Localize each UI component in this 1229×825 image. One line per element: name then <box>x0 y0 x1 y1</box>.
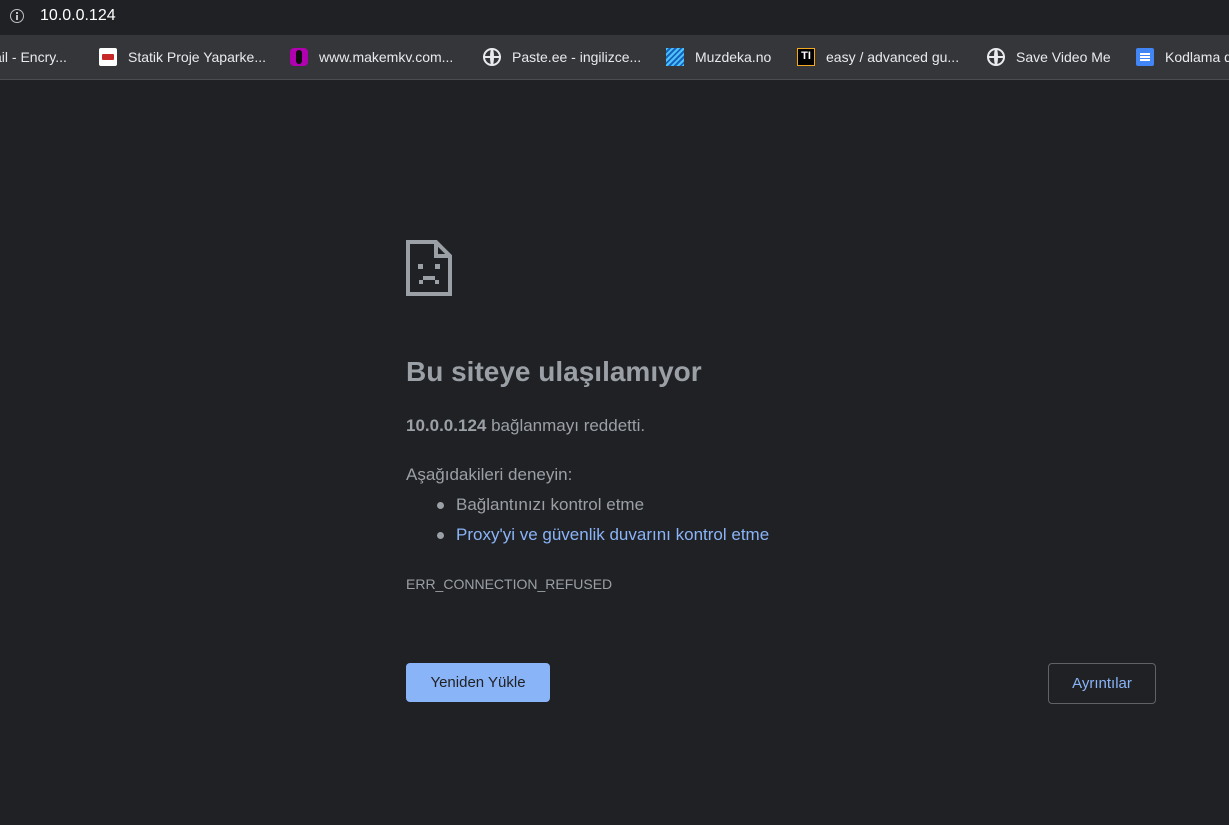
address-bar[interactable]: 10.0.0.124 <box>0 0 1229 34</box>
moth-icon <box>290 48 308 66</box>
error-summary-text: bağlanmayı reddetti. <box>486 416 646 435</box>
suggestions-list: Bağlantınızı kontrol etme Proxy'yi ve gü… <box>406 492 769 552</box>
suggestions-label: Aşağıdakileri deneyin: <box>406 465 573 484</box>
bookmark-label: Save Video Me <box>1016 49 1111 65</box>
suggestion-check-connection: Bağlantınızı kontrol etme <box>406 492 769 522</box>
bookmark-item-kodlama[interactable]: Kodlama d <box>1136 35 1229 79</box>
bookmark-item-paste-ee[interactable]: Paste.ee - ingilizce... <box>483 35 641 79</box>
info-icon[interactable] <box>10 9 24 23</box>
address-url[interactable]: 10.0.0.124 <box>40 7 116 25</box>
docs-icon <box>1136 48 1154 66</box>
sad-document-icon <box>406 240 452 296</box>
bookmark-label: ail - Encry... <box>0 49 67 65</box>
bookmark-label: Paste.ee - ingilizce... <box>512 49 642 65</box>
stripes-icon <box>666 48 684 66</box>
reload-button[interactable]: Yeniden Yükle <box>406 663 550 702</box>
bookmark-label: Muzdeka.no <box>695 49 772 65</box>
bookmark-label: www.makemkv.com... <box>319 49 454 65</box>
bookmark-item-save-video[interactable]: Save Video Me <box>987 35 1111 79</box>
error-host: 10.0.0.124 <box>406 416 487 435</box>
globe-icon <box>987 48 1005 66</box>
bookmark-item-muzdeka[interactable]: Muzdeka.no <box>666 35 771 79</box>
bookmark-label: Kodlama d <box>1165 49 1229 65</box>
bookmark-item-mail[interactable]: ail - Encry... <box>0 35 67 79</box>
error-heading: Bu siteye ulaşılamıyor <box>406 356 702 387</box>
details-button[interactable]: Ayrıntılar <box>1048 663 1156 704</box>
bookmark-label: Statik Proje Yaparke... <box>128 49 266 65</box>
error-summary: 10.0.0.124 bağlanmayı reddetti. <box>406 416 645 436</box>
bookmark-item-statik-proje[interactable]: Statik Proje Yaparke... <box>99 35 266 79</box>
bookmark-item-makemkv[interactable]: www.makemkv.com... <box>290 35 453 79</box>
suggestion-check-proxy-link[interactable]: Proxy'yi ve güvenlik duvarını kontrol et… <box>406 522 769 552</box>
ti-icon: TI <box>797 48 815 66</box>
globe-icon <box>483 48 501 66</box>
bookmark-label: easy / advanced gu... <box>826 49 960 65</box>
bookmark-item-easy-advanced[interactable]: TI easy / advanced gu... <box>797 35 959 79</box>
red-logo-icon <box>99 48 117 66</box>
error-code: ERR_CONNECTION_REFUSED <box>406 576 613 592</box>
bookmarks-bar: ail - Encry... Statik Proje Yaparke... w… <box>0 35 1229 80</box>
